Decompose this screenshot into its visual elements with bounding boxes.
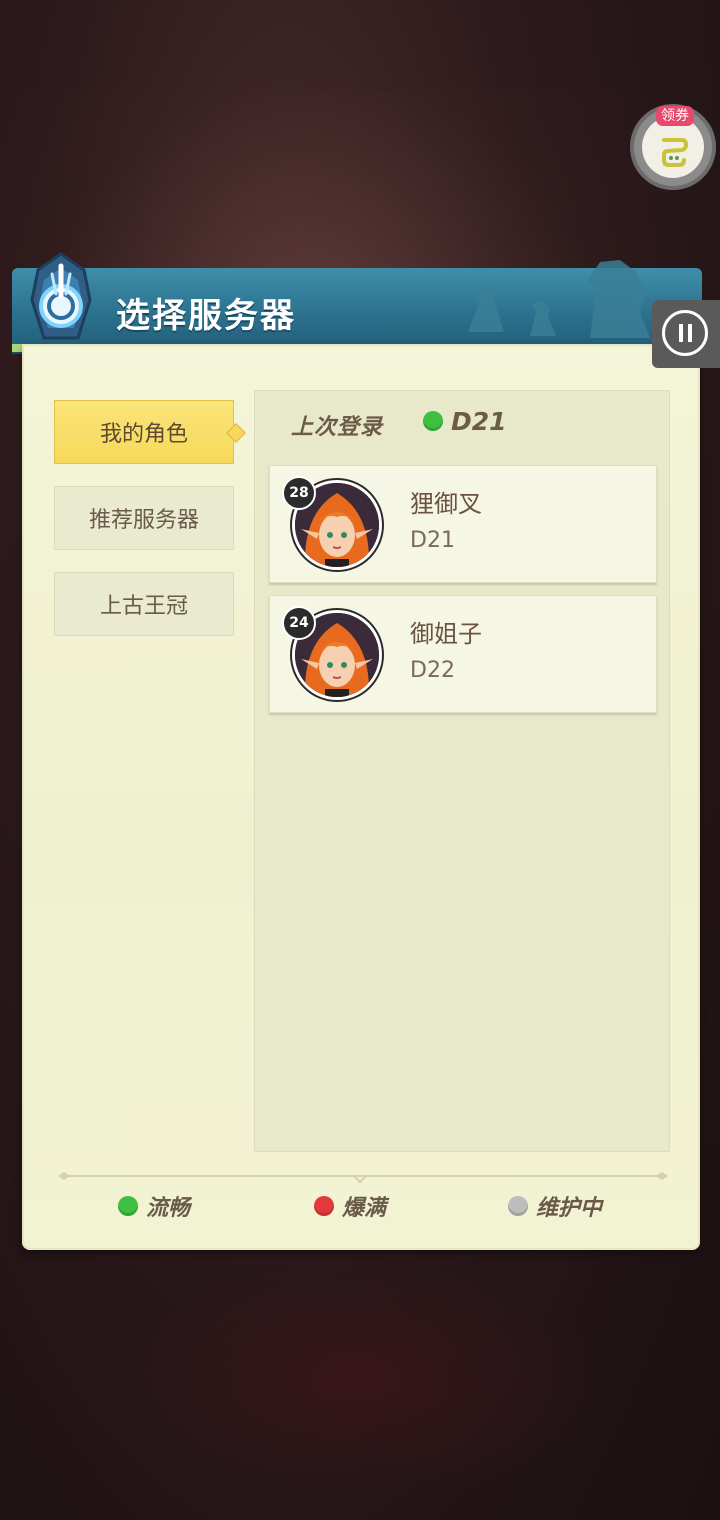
level-badge: 24 [282, 606, 316, 640]
panel-title: 选择服务器 [116, 296, 296, 336]
pause-button[interactable] [652, 300, 720, 368]
status-dot-icon [423, 411, 443, 431]
legend-maintenance: 维护中 [508, 1190, 602, 1222]
gray-dot-icon [508, 1196, 528, 1216]
legend-label: 流畅 [146, 1196, 191, 1221]
pause-icon [662, 310, 708, 356]
sidebar-item-label: 我的角色 [99, 422, 188, 447]
coupon-button[interactable]: 领券 [630, 104, 716, 190]
legend-divider [58, 1172, 668, 1184]
active-caret-icon [226, 423, 246, 443]
legend-label: 维护中 [536, 1196, 603, 1221]
role-name: 狸御叉 [410, 490, 482, 518]
green-dot-icon [118, 1196, 138, 1216]
role-list-pane: 上次登录 D21 28 狸御叉 D21 24 御姐子 D22 [254, 390, 670, 1152]
role-name: 御姐子 [410, 620, 482, 648]
red-dot-icon [314, 1196, 334, 1216]
sidebar-item-recommended-servers[interactable]: 推荐服务器 [54, 486, 234, 550]
last-login-server[interactable]: D21 [451, 407, 507, 436]
crest-emblem-icon [30, 252, 92, 340]
role-card[interactable]: 24 御姐子 D22 [269, 595, 657, 713]
server-select-panel: 我的角色 推荐服务器 上古王冠 上次登录 D21 28 狸御叉 D21 24 御… [22, 344, 700, 1250]
legend-label: 爆满 [342, 1196, 387, 1221]
sidebar-item-my-roles[interactable]: 我的角色 [54, 400, 246, 464]
role-card[interactable]: 28 狸御叉 D21 [269, 465, 657, 583]
gamepad-icon [662, 138, 688, 167]
legend-smooth: 流畅 [118, 1190, 190, 1222]
level-badge: 28 [282, 476, 316, 510]
legend-full: 爆满 [314, 1190, 386, 1222]
coupon-badge: 领券 [656, 106, 694, 126]
sidebar-item-label: 上古王冠 [99, 594, 188, 619]
sidebar-item-label: 推荐服务器 [88, 508, 199, 533]
last-login-label: 上次登录 [291, 415, 384, 440]
monster-silhouettes-icon [468, 260, 650, 338]
role-server: D21 [410, 528, 455, 553]
background-red-glow [120, 1260, 600, 1500]
role-server: D22 [410, 658, 455, 683]
sidebar-item-ancient-crown[interactable]: 上古王冠 [54, 572, 234, 636]
